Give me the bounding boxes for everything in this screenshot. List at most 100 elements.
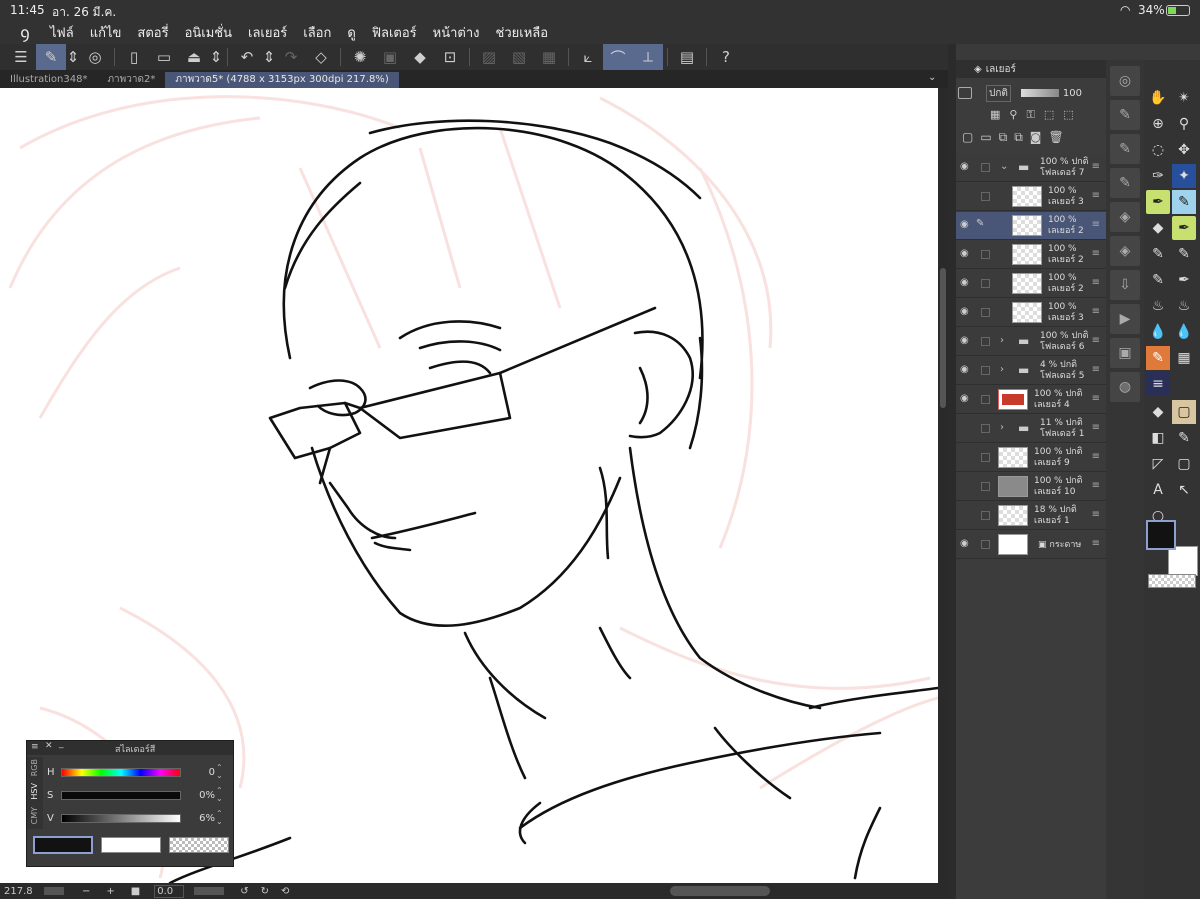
fill-bucket-icon[interactable]: ◆ <box>1146 400 1170 424</box>
visibility-eye-icon[interactable]: ◉ <box>960 538 969 549</box>
chevron-down-icon[interactable]: ⌄ <box>1000 161 1008 172</box>
visibility-eye-icon[interactable]: ◉ <box>960 277 969 288</box>
layer-menu-icon[interactable]: ≡ <box>1092 248 1100 259</box>
turnip-pen-icon[interactable]: ✒ <box>1172 268 1196 292</box>
layer-lock-checkbox[interactable] <box>981 308 990 317</box>
pen-icon[interactable]: ✒ <box>1146 190 1170 214</box>
tool-property-icon[interactable]: ✎ <box>1110 134 1140 164</box>
ink-pen-icon[interactable]: ✎ <box>1146 268 1170 292</box>
undo-icon[interactable]: ↶ <box>232 44 262 70</box>
deselect-icon[interactable]: ▦ <box>534 44 564 70</box>
menu-animation[interactable]: อนิเมชั่น <box>185 22 232 43</box>
brush-icon[interactable]: ✎ <box>1146 242 1170 266</box>
blend-icon[interactable]: 💧 <box>1146 320 1170 344</box>
saturation-value[interactable]: 0% <box>189 790 215 801</box>
layer-menu-icon[interactable]: ≡ <box>1092 538 1100 549</box>
layer-menu-icon[interactable]: ≡ <box>1092 190 1100 201</box>
decoration-icon[interactable]: ✎ <box>1146 346 1170 370</box>
layer-row[interactable]: ◉ 100 % เลเยอร์ 3 ≡ <box>956 299 1106 327</box>
main-color-swatch[interactable] <box>1146 520 1176 550</box>
blend-square-icon[interactable] <box>958 87 972 99</box>
layer-row[interactable]: ◉ ✎ 100 % เลเยอร์ 2 ≡ <box>956 212 1106 240</box>
layer-menu-icon[interactable]: ≡ <box>1092 364 1100 375</box>
timeline-icon[interactable]: ▶ <box>1110 304 1140 334</box>
lasso-icon[interactable]: ◌ <box>1146 138 1170 162</box>
sparkle-icon[interactable]: ✴ <box>1172 86 1196 110</box>
zoom-slider[interactable] <box>44 887 64 895</box>
select-all-icon[interactable]: ▨ <box>474 44 504 70</box>
drag-handle-icon[interactable]: ≡ <box>31 742 39 752</box>
marker-icon[interactable]: ✎ <box>1172 242 1196 266</box>
eraser-icon[interactable]: ◆ <box>1146 216 1170 240</box>
layer-row[interactable]: 100 % ปกติ เลเยอร์ 9 ≡ <box>956 444 1106 472</box>
fill-icon[interactable]: ◆ <box>405 44 435 70</box>
transform-icon[interactable]: ⊡ <box>435 44 465 70</box>
help-icon[interactable]: ? <box>711 44 741 70</box>
vertical-scrollbar[interactable] <box>938 88 948 883</box>
layer-folder-row[interactable]: › ▬ 11 % ปกติ โฟลเดอร์ 1 ≡ <box>956 415 1106 443</box>
saturation-slider[interactable] <box>61 791 181 800</box>
layer-menu-icon[interactable]: ≡ <box>1092 393 1100 404</box>
menu-layer[interactable]: เลเยอร์ <box>248 22 287 43</box>
hue-spinner[interactable]: ⌃ ⌄ <box>216 764 223 780</box>
gradient-icon[interactable]: ◧ <box>1146 426 1170 450</box>
menu-select[interactable]: เลือก <box>303 22 331 43</box>
rotation-value[interactable]: 0.0 <box>154 884 185 898</box>
layer-menu-icon[interactable]: ≡ <box>1092 306 1100 317</box>
layer-property-icon[interactable]: ◈ <box>1110 236 1140 266</box>
layer-row[interactable]: 100 % ปกติ เลเยอร์ 10 ≡ <box>956 473 1106 501</box>
layer-menu-icon[interactable]: ≡ <box>1092 422 1100 433</box>
navigator-icon[interactable]: ◎ <box>1110 66 1140 96</box>
visibility-eye-icon[interactable]: ◉ <box>960 248 969 259</box>
layer-action-icons[interactable]: ▢▭⧉⧉◙🗑 <box>956 130 1106 150</box>
import-icon[interactable]: ⇩ <box>1110 270 1140 300</box>
layer-menu-icon[interactable]: ≡ <box>1092 451 1100 462</box>
layer-menu-icon[interactable]: ≡ <box>1092 509 1100 520</box>
layer-lock-checkbox[interactable] <box>981 163 990 172</box>
enclose-fill-icon[interactable]: ✎ <box>1172 426 1196 450</box>
layer-lock-checkbox[interactable] <box>981 540 990 549</box>
texture-icon[interactable]: ▦ <box>1172 346 1196 370</box>
hue-value[interactable]: 0 <box>189 767 215 778</box>
transparent-color-chip[interactable] <box>169 837 229 853</box>
spray-icon[interactable]: ♨ <box>1172 294 1196 318</box>
tab-illustration348[interactable]: Illustration348* <box>0 72 97 88</box>
main-color-chip[interactable] <box>33 836 93 854</box>
opacity-slider[interactable] <box>1020 89 1059 97</box>
updown-icon[interactable]: ⇕ <box>209 44 223 70</box>
zoom-out-icon[interactable]: − <box>82 886 90 897</box>
phone-icon[interactable]: ▤ <box>672 44 702 70</box>
copy-layer-icon[interactable]: ▣ <box>375 44 405 70</box>
layer-lock-checkbox[interactable] <box>981 337 990 346</box>
text-icon[interactable]: A <box>1146 478 1170 502</box>
fit-icon[interactable]: ■ <box>131 886 140 897</box>
visibility-eye-icon[interactable]: ◉ <box>960 306 969 317</box>
material-icon[interactable]: ◍ <box>1110 372 1140 402</box>
tab-drawing5[interactable]: ภาพวาด5* (4788 x 3153px 300dpi 217.8%) <box>165 72 399 88</box>
brush-tool-icon[interactable]: ⌒ <box>603 44 633 70</box>
redo-icon[interactable]: ↷ <box>276 44 306 70</box>
layer-lock-checkbox[interactable] <box>981 250 990 259</box>
menu-filter[interactable]: ฟิลเตอร์ <box>372 22 417 43</box>
pencil-icon[interactable]: ✎ <box>1172 190 1196 214</box>
menu-view[interactable]: ดู <box>347 22 355 43</box>
reset-rotation-icon[interactable]: ⟲ <box>281 886 289 897</box>
fill-swatch-icon[interactable]: ▢ <box>1172 400 1196 424</box>
layer-lock-checkbox[interactable] <box>981 192 990 201</box>
layer-row[interactable]: ◉ ▣ กระดาษ ≡ <box>956 531 1106 559</box>
new-file-icon[interactable]: ▯ <box>119 44 149 70</box>
layer-lock-checkbox[interactable] <box>981 279 990 288</box>
object-select-icon[interactable]: ↖ <box>1172 478 1196 502</box>
menu-edit[interactable]: แก้ไข <box>90 22 122 43</box>
menu-story[interactable]: สตอรี่ <box>137 22 168 43</box>
close-icon[interactable]: ✕ <box>45 741 53 751</box>
sub-color-swatch[interactable] <box>1168 546 1198 576</box>
chevron-right-icon[interactable]: › <box>1000 422 1004 433</box>
visibility-eye-icon[interactable]: ◉ <box>960 393 969 404</box>
layer-lock-checkbox[interactable] <box>981 453 990 462</box>
value-value[interactable]: 6% <box>189 813 215 824</box>
layer-lock-checkbox[interactable] <box>981 424 990 433</box>
layer-menu-icon[interactable]: ≡ <box>1092 480 1100 491</box>
value-slider[interactable] <box>61 814 181 823</box>
blur-icon[interactable]: 💧 <box>1172 320 1196 344</box>
